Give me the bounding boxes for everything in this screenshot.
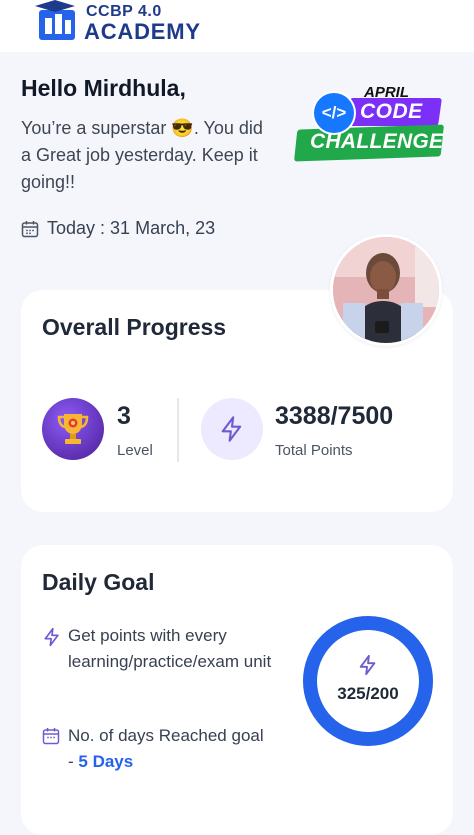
graduation-cap-icon — [35, 0, 75, 40]
goal-item-days-text: No. of days Reached goal - 5 Days — [68, 723, 272, 775]
daily-goal-ring — [303, 616, 433, 746]
days-value: 5 Days — [78, 752, 134, 771]
daily-goal-card: Daily Goal Get points with every learnin… — [21, 545, 453, 835]
greeting-title: Hello Mirdhula, — [21, 75, 186, 101]
overall-progress-title: Overall Progress — [42, 314, 227, 340]
badge-code: CODE — [360, 100, 423, 123]
profile-photo — [333, 237, 439, 343]
lightning-icon — [359, 654, 376, 676]
goal-item-points: Get points with every learning/practice/… — [42, 623, 282, 675]
goal-item-days: No. of days Reached goal - 5 Days — [42, 723, 272, 775]
lightning-icon — [201, 398, 263, 460]
stats-divider — [177, 398, 179, 462]
brand-line-2: ACADEMY — [84, 19, 201, 44]
date-value: 31 March, 23 — [110, 218, 216, 238]
calendar-icon — [21, 220, 39, 237]
today-date: Today : 31 March, 23 — [21, 218, 215, 239]
total-points-value: 3388/7500 — [275, 402, 394, 430]
daily-goal-title: Daily Goal — [42, 569, 155, 595]
date-prefix: Today : — [47, 218, 111, 238]
level-label: Level — [117, 442, 153, 459]
top-bar: CCBP 4.0 ACADEMY — [0, 0, 474, 52]
total-points-label: Total Points — [275, 442, 353, 459]
code-brackets-icon: </> — [314, 93, 354, 133]
avatar[interactable] — [330, 234, 442, 346]
lightning-icon — [42, 623, 62, 675]
goal-item-points-text: Get points with every learning/practice/… — [68, 626, 272, 671]
daily-goal-value: 325/200 — [337, 684, 399, 703]
badge-challenge: CHALLENGE — [310, 130, 444, 153]
greeting-message: You’re a superstar 😎. You did a Great jo… — [21, 118, 263, 192]
level-value: 3 — [117, 402, 131, 430]
trophy-icon — [42, 398, 104, 460]
calendar-icon — [42, 723, 62, 775]
